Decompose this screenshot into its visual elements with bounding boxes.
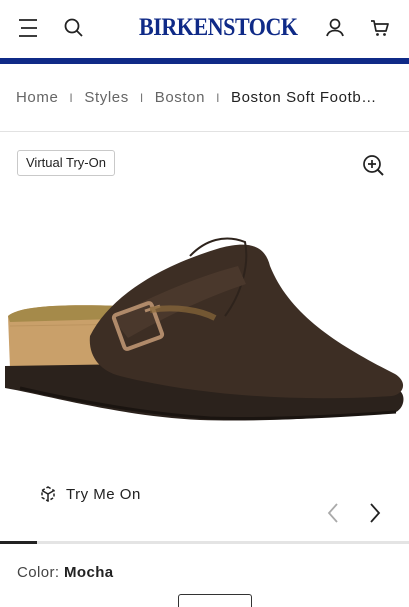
search-icon[interactable]	[60, 14, 88, 42]
breadcrumb-styles[interactable]: Styles	[84, 89, 128, 106]
ar-cube-icon	[41, 486, 55, 502]
cart-icon[interactable]	[366, 14, 394, 42]
breadcrumb-home[interactable]: Home	[16, 89, 58, 106]
breadcrumb-separator: I	[216, 90, 220, 105]
breadcrumb: Home I Styles I Boston I Boston Soft Foo…	[0, 64, 409, 132]
gallery-progress-fill	[0, 541, 37, 544]
breadcrumb-separator: I	[139, 90, 144, 105]
menu-icon[interactable]	[14, 14, 42, 42]
site-header: BIRKENSTOCK	[0, 0, 409, 58]
product-image[interactable]	[0, 226, 409, 456]
chevron-right-icon	[370, 503, 381, 523]
virtual-try-on-button[interactable]: Virtual Try-On	[17, 150, 115, 176]
try-me-on-label: Try Me On	[66, 485, 141, 503]
gallery-progress	[0, 541, 409, 544]
breadcrumb-separator: I	[69, 90, 74, 105]
birkenstock-logo[interactable]: BIRKENSTOCK	[139, 12, 298, 44]
chevron-left-icon	[327, 503, 338, 523]
color-label: Color:	[17, 564, 60, 581]
try-me-on-button[interactable]: Try Me On	[38, 484, 141, 504]
zoom-in-icon[interactable]	[361, 153, 387, 179]
account-icon[interactable]	[321, 14, 349, 42]
color-value: Mocha	[64, 564, 114, 581]
previous-image-button[interactable]	[322, 500, 346, 526]
breadcrumb-current: Boston Soft Footbed Suede Leather	[231, 89, 381, 106]
color-selection: Color: Mocha	[17, 564, 114, 581]
next-image-button[interactable]	[363, 500, 387, 526]
color-swatch[interactable]	[178, 594, 252, 607]
breadcrumb-boston[interactable]: Boston	[155, 89, 205, 106]
